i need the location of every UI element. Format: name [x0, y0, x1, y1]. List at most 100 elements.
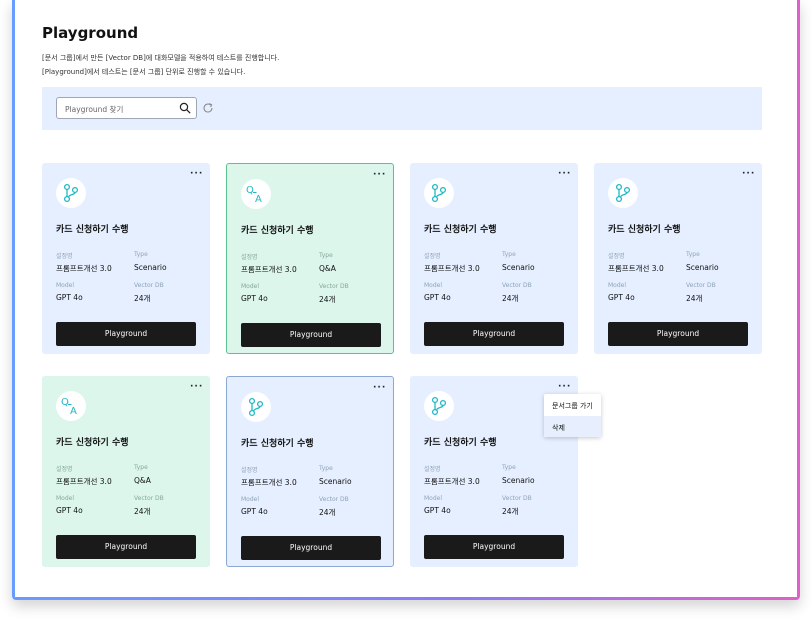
playground-card[interactable]: ··· Q A 카드 신청하기 수행 설정명 Type 프롬프트개선 3.0 Q…: [42, 376, 210, 567]
more-options-icon[interactable]: ···: [373, 384, 385, 393]
type-value: Scenario: [134, 263, 167, 272]
search-bar-area: Playground 찾기: [42, 87, 762, 130]
type-label: Type: [686, 251, 700, 258]
flow-icon: [63, 183, 79, 203]
type-value: Scenario: [502, 476, 535, 485]
menu-item-delete[interactable]: 삭제: [544, 416, 601, 437]
vector-db-value: 24개: [686, 294, 703, 303]
more-options-icon[interactable]: ···: [190, 170, 202, 179]
card-title: 카드 신청하기 수행: [241, 226, 314, 236]
model-label: Model: [241, 283, 260, 290]
model-value: GPT 4o: [56, 293, 83, 302]
config-name-value: 프롬프트개선 3.0: [424, 477, 480, 486]
model-value: GPT 4o: [56, 506, 83, 515]
playground-page: Playground [문서 그룹]에서 만든 [Vector DB]에 대화모…: [15, 0, 797, 597]
model-label: Model: [56, 282, 75, 289]
card-type-icon: [424, 178, 454, 208]
vector-db-value: 24개: [319, 508, 336, 517]
model-value: GPT 4o: [241, 507, 268, 516]
more-options-icon[interactable]: ···: [558, 170, 570, 179]
type-label: Type: [134, 464, 148, 471]
type-label: Type: [319, 252, 333, 259]
config-name-label: 설정명: [56, 253, 73, 260]
model-label: Model: [56, 495, 75, 502]
config-name-label: 설정명: [241, 254, 258, 261]
page-title: Playground: [42, 24, 139, 42]
config-name-value: 프롬프트개선 3.0: [241, 265, 297, 274]
search-input[interactable]: Playground 찾기: [56, 97, 197, 119]
vector-db-label: Vector DB: [319, 496, 349, 503]
playground-card[interactable]: ··· Q A 카드 신청하기 수행 설정명 Type 프롬프트개선 3.0 Q…: [226, 163, 394, 354]
more-options-icon[interactable]: ···: [558, 383, 570, 392]
menu-item-go-doc-group[interactable]: 문서그룹 가기: [544, 394, 601, 415]
card-title: 카드 신청하기 수행: [56, 438, 129, 448]
vector-db-label: Vector DB: [319, 283, 349, 290]
config-name-label: 설정명: [424, 253, 441, 260]
qa-icon: Q A: [246, 185, 262, 205]
svg-text:Q: Q: [61, 397, 69, 408]
config-name-value: 프롬프트개선 3.0: [608, 264, 664, 273]
more-options-icon[interactable]: ···: [373, 171, 385, 180]
playground-card[interactable]: ··· 카드 신청하기 수행 설정명 Type 프롬프트개선 3.0 Scena…: [42, 163, 210, 354]
page-description-line-1: [문서 그룹]에서 만든 [Vector DB]에 대화모델을 적용하여 테스트…: [42, 54, 280, 62]
config-name-label: 설정명: [56, 466, 73, 473]
vector-db-label: Vector DB: [134, 282, 164, 289]
refresh-icon[interactable]: [202, 102, 214, 114]
card-type-icon: [424, 391, 454, 421]
card-type-icon: [241, 392, 271, 422]
config-name-label: 설정명: [608, 253, 625, 260]
card-type-icon: Q A: [56, 391, 86, 421]
type-label: Type: [502, 464, 516, 471]
type-value: Q&A: [319, 264, 336, 273]
model-value: GPT 4o: [241, 294, 268, 303]
more-options-icon[interactable]: ···: [190, 383, 202, 392]
config-name-label: 설정명: [241, 467, 258, 474]
search-icon[interactable]: [179, 102, 191, 114]
playground-card[interactable]: ··· 카드 신청하기 수행 설정명 Type 프롬프트개선 3.0 Scena…: [410, 163, 578, 354]
flow-icon: [248, 397, 264, 417]
svg-text:Q: Q: [246, 185, 254, 196]
model-value: GPT 4o: [424, 506, 451, 515]
card-context-menu: 문서그룹 가기 삭제: [544, 394, 601, 437]
card-title: 카드 신청하기 수행: [608, 225, 681, 235]
config-name-value: 프롬프트개선 3.0: [424, 264, 480, 273]
type-value: Scenario: [686, 263, 719, 272]
playground-button[interactable]: Playground: [56, 322, 196, 346]
card-type-icon: Q A: [241, 179, 271, 209]
vector-db-value: 24개: [502, 507, 519, 516]
playground-button[interactable]: Playground: [424, 535, 564, 559]
card-title: 카드 신청하기 수행: [424, 225, 497, 235]
model-value: GPT 4o: [608, 293, 635, 302]
vector-db-value: 24개: [502, 294, 519, 303]
vector-db-value: 24개: [319, 295, 336, 304]
config-name-value: 프롬프트개선 3.0: [56, 264, 112, 273]
flow-icon: [431, 396, 447, 416]
model-value: GPT 4o: [424, 293, 451, 302]
model-label: Model: [608, 282, 627, 289]
card-title: 카드 신청하기 수행: [56, 225, 129, 235]
playground-button[interactable]: Playground: [608, 322, 748, 346]
model-label: Model: [424, 495, 443, 502]
model-label: Model: [241, 496, 260, 503]
playground-card[interactable]: ··· 카드 신청하기 수행 설정명 Type 프롬프트개선 3.0 Scena…: [594, 163, 762, 354]
qa-icon: Q A: [61, 397, 77, 417]
playground-card[interactable]: ··· 카드 신청하기 수행 설정명 Type 프롬프트개선 3.0 Scena…: [226, 376, 394, 567]
flow-icon: [615, 183, 631, 203]
type-value: Scenario: [319, 477, 352, 486]
type-value: Scenario: [502, 263, 535, 272]
playground-button[interactable]: Playground: [424, 322, 564, 346]
playground-button[interactable]: Playground: [241, 323, 381, 347]
card-type-icon: [56, 178, 86, 208]
config-name-value: 프롬프트개선 3.0: [241, 478, 297, 487]
playground-button[interactable]: Playground: [56, 535, 196, 559]
type-label: Type: [134, 251, 148, 258]
card-type-icon: [608, 178, 638, 208]
playground-button[interactable]: Playground: [241, 536, 381, 560]
vector-db-value: 24개: [134, 507, 151, 516]
more-options-icon[interactable]: ···: [742, 170, 754, 179]
card-title: 카드 신청하기 수행: [424, 438, 497, 448]
card-title: 카드 신청하기 수행: [241, 439, 314, 449]
app-frame: Playground [문서 그룹]에서 만든 [Vector DB]에 대화모…: [12, 0, 800, 600]
page-description-line-2: [Playground]에서 테스트는 [문서 그룹] 단위로 진행할 수 있습…: [42, 68, 246, 76]
model-label: Model: [424, 282, 443, 289]
